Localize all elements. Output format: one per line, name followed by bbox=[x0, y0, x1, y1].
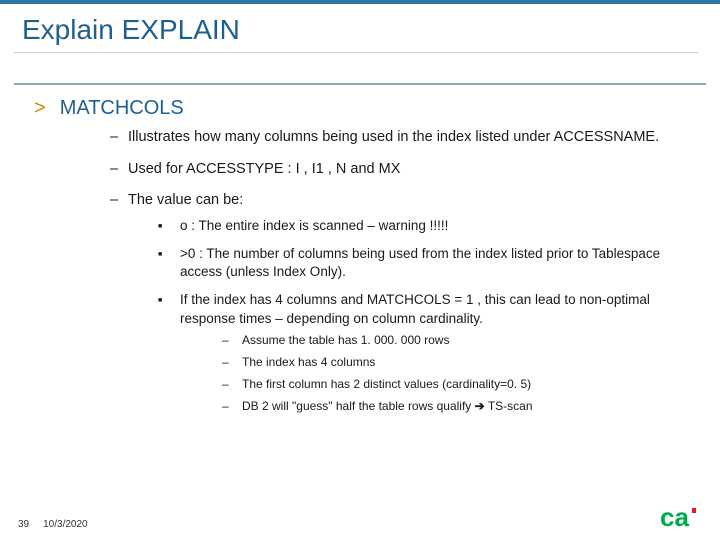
sub-sub-text: The first column has 2 distinct values (… bbox=[242, 376, 531, 392]
sub4-pre: DB 2 will "guess" half the table rows qu… bbox=[242, 399, 475, 413]
sub-bullet-text: o : The entire index is scanned – warnin… bbox=[180, 217, 448, 235]
list-item: ■ If the index has 4 columns and MATCHCO… bbox=[158, 291, 698, 420]
dash-icon: – bbox=[222, 398, 242, 414]
sub-bullet-block: If the index has 4 columns and MATCHCOLS… bbox=[180, 291, 698, 420]
list-item: – Used for ACCESSTYPE : I , I1 , N and M… bbox=[110, 160, 698, 180]
list-item: ■ o : The entire index is scanned – warn… bbox=[158, 217, 698, 235]
footer: 39 10/3/2020 bbox=[18, 519, 88, 530]
sub-sub-text: DB 2 will "guess" half the table rows qu… bbox=[242, 398, 533, 414]
sub-sub-list: – Assume the table has 1. 000. 000 rows … bbox=[222, 332, 698, 415]
ca-logo-icon: ca bbox=[660, 502, 702, 532]
dash-icon: – bbox=[222, 332, 242, 348]
bullet-list: – Illustrates how many columns being use… bbox=[110, 128, 698, 421]
sub-sub-text: The index has 4 columns bbox=[242, 354, 375, 370]
list-item: – The value can be: bbox=[110, 191, 698, 211]
logo-text: ca bbox=[660, 502, 689, 532]
chevron-right-icon: > bbox=[34, 97, 46, 120]
bullet-text: Used for ACCESSTYPE : I , I1 , N and MX bbox=[128, 160, 400, 180]
arrow-right-icon: ➔ bbox=[475, 399, 485, 413]
sub4-post: TS-scan bbox=[485, 399, 533, 413]
sub-bullet-text: >0 : The number of columns being used fr… bbox=[180, 245, 698, 281]
logo-accent bbox=[692, 508, 696, 513]
list-item: – DB 2 will "guess" half the table rows … bbox=[222, 398, 698, 414]
square-icon: ■ bbox=[158, 291, 180, 420]
content-area: > MATCHCOLS – Illustrates how many colum… bbox=[0, 85, 720, 421]
dash-icon: – bbox=[110, 191, 128, 211]
slide: Explain EXPLAIN > MATCHCOLS – Illustrate… bbox=[0, 0, 720, 540]
section-heading: MATCHCOLS bbox=[60, 97, 184, 120]
dash-icon: – bbox=[110, 160, 128, 180]
divider-thin bbox=[14, 52, 698, 53]
dash-icon: – bbox=[110, 128, 128, 148]
list-item: – The index has 4 columns bbox=[222, 354, 698, 370]
square-icon: ■ bbox=[158, 245, 180, 281]
sub-sub-text: Assume the table has 1. 000. 000 rows bbox=[242, 332, 449, 348]
page-number: 39 bbox=[18, 519, 29, 530]
footer-date: 10/3/2020 bbox=[43, 519, 88, 530]
sub-bullet-list: ■ o : The entire index is scanned – warn… bbox=[158, 217, 698, 421]
square-icon: ■ bbox=[158, 217, 180, 235]
section-row: > MATCHCOLS bbox=[34, 97, 698, 120]
sub-bullet-text: If the index has 4 columns and MATCHCOLS… bbox=[180, 292, 650, 325]
list-item: ■ >0 : The number of columns being used … bbox=[158, 245, 698, 281]
list-item: – Illustrates how many columns being use… bbox=[110, 128, 698, 148]
slide-title: Explain EXPLAIN bbox=[0, 4, 720, 52]
list-item: – The first column has 2 distinct values… bbox=[222, 376, 698, 392]
bullet-text: Illustrates how many columns being used … bbox=[128, 128, 659, 148]
dash-icon: – bbox=[222, 354, 242, 370]
list-item: – Assume the table has 1. 000. 000 rows bbox=[222, 332, 698, 348]
dash-icon: – bbox=[222, 376, 242, 392]
bullet-text: The value can be: bbox=[128, 191, 243, 211]
